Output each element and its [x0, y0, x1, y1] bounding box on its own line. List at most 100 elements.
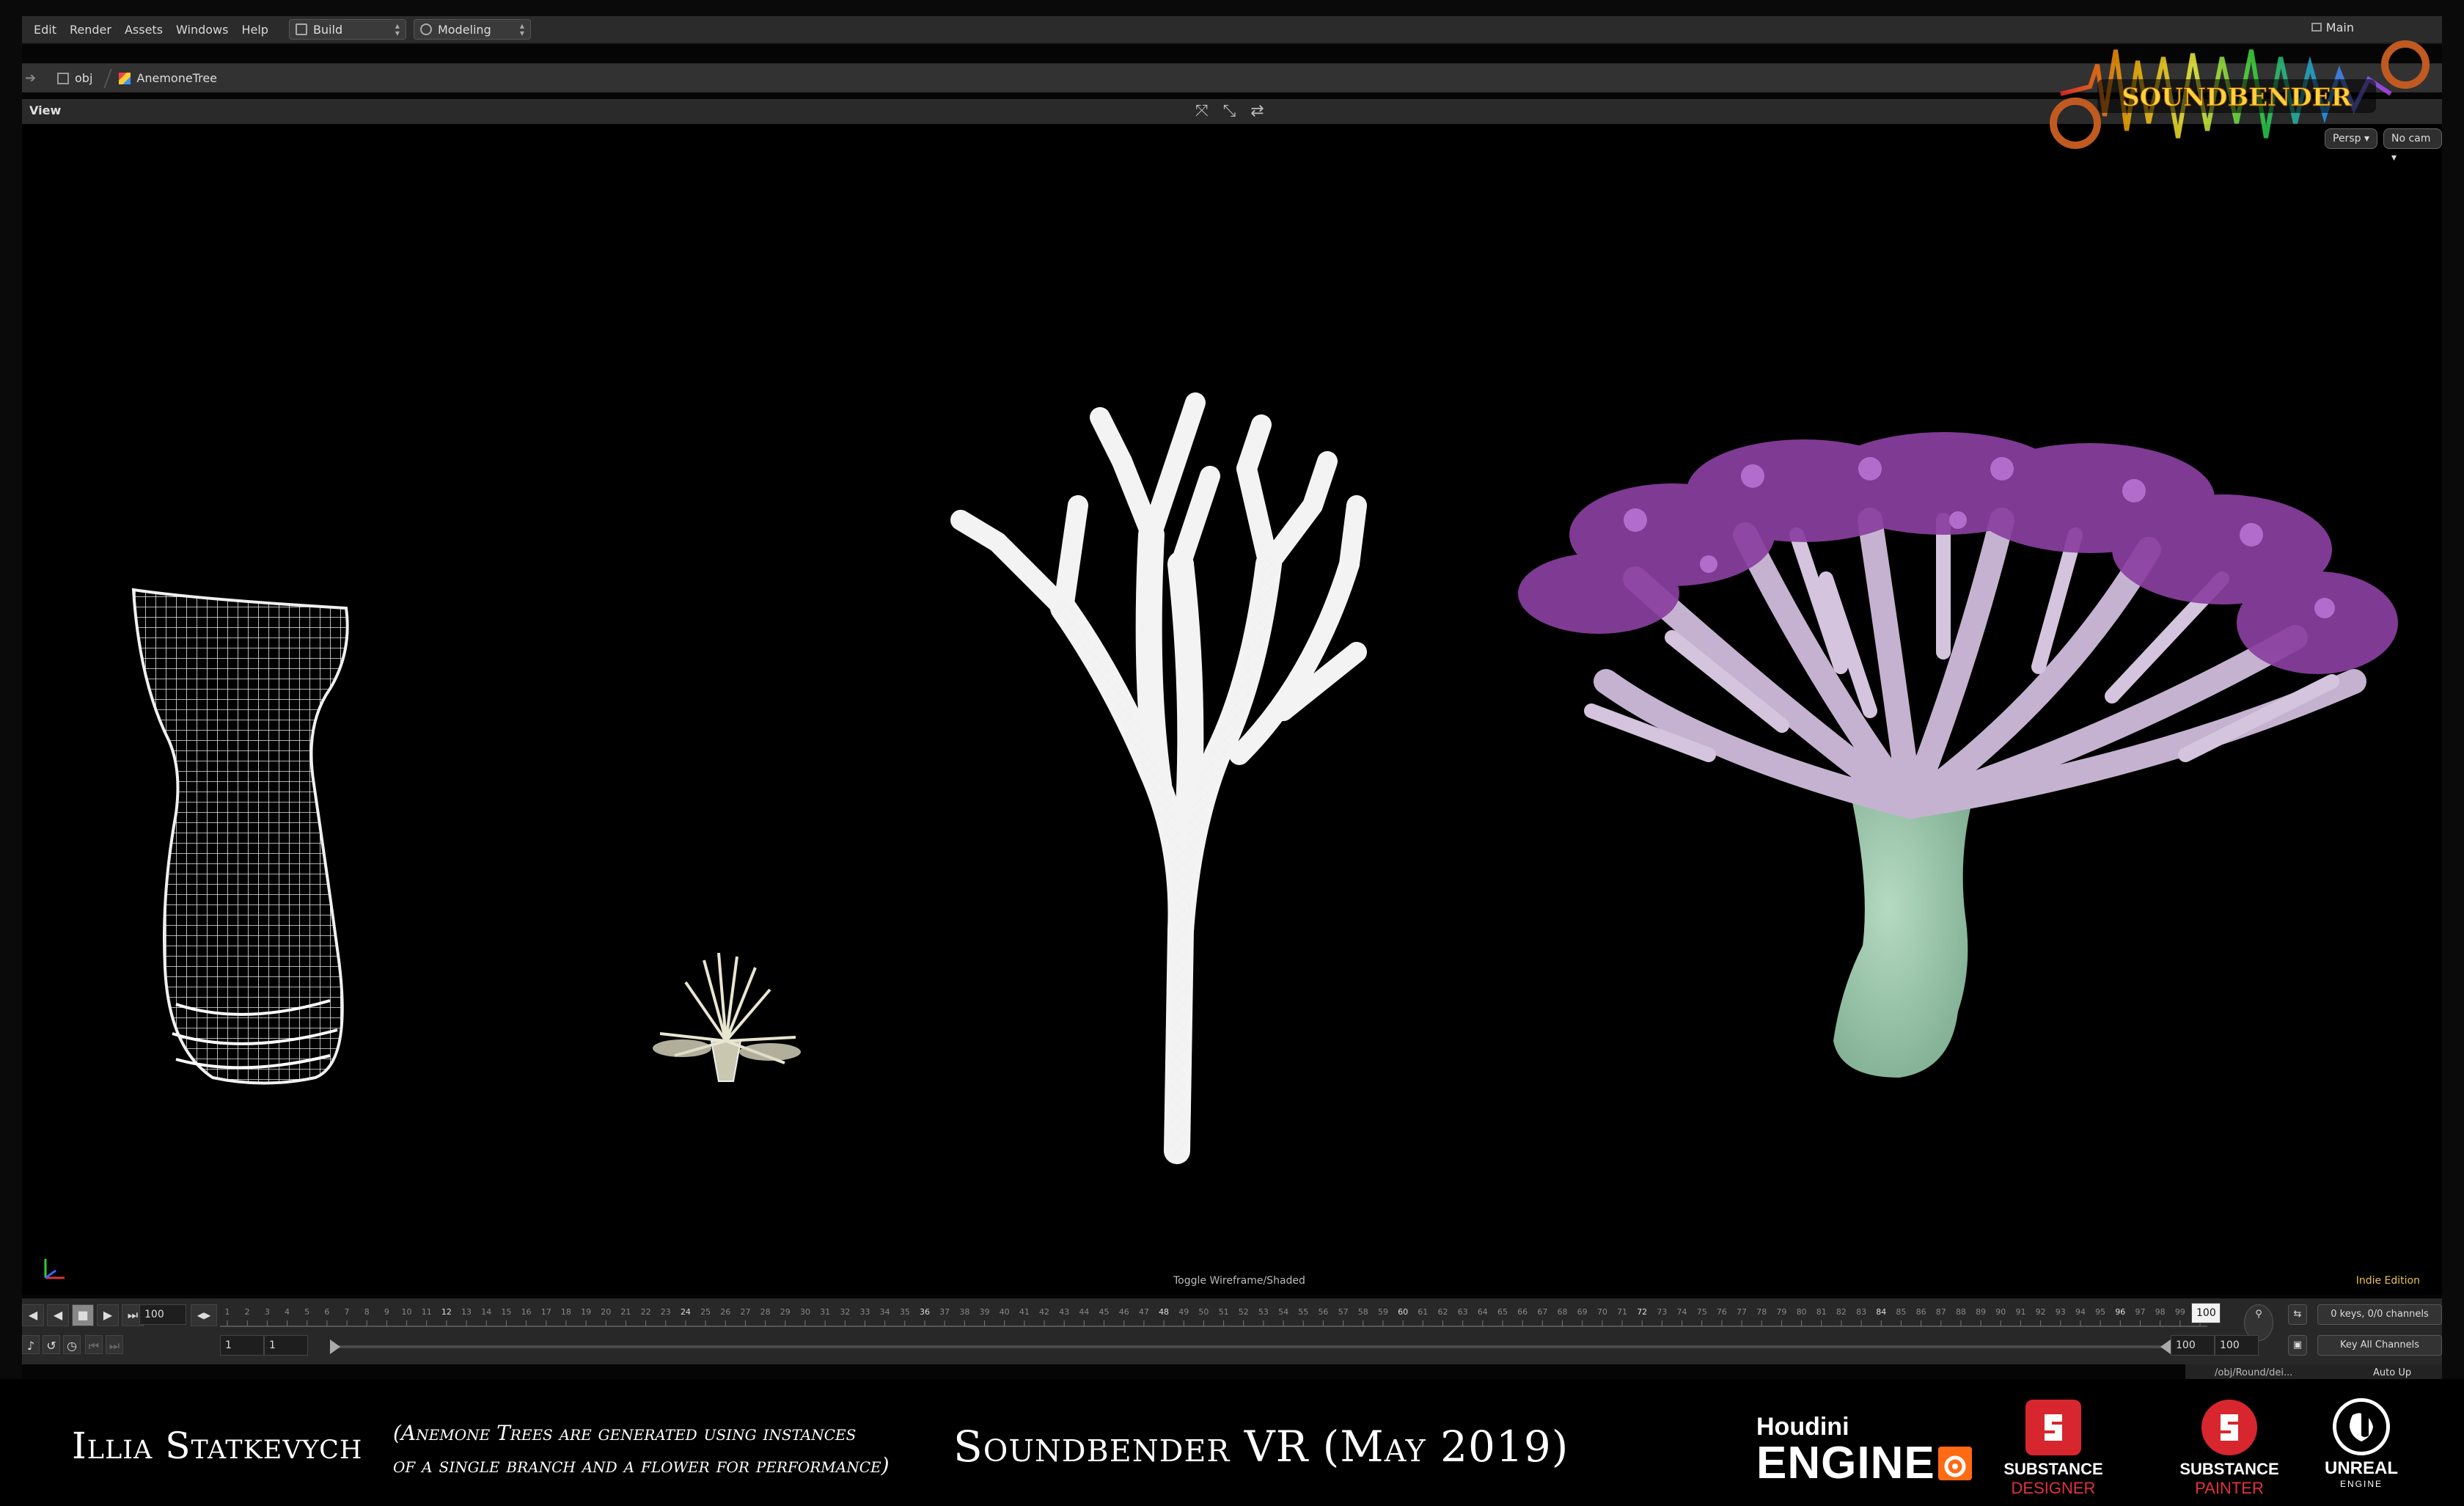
credits-footer: Illia Statkevych (Anemone Trees are gene…: [0, 1379, 2464, 1506]
pane-label: View: [29, 103, 62, 117]
menu-help[interactable]: Help: [241, 23, 268, 37]
ruler-tick-label: 44: [1079, 1307, 1089, 1317]
unreal-label-1: UNREAL: [2325, 1458, 2398, 1478]
houdini-logo-engine: ENGINE: [1756, 1438, 1935, 1488]
key-all-channels-button[interactable]: Key All Channels: [2317, 1335, 2442, 1356]
clock-icon[interactable]: ◷: [63, 1335, 81, 1354]
substance-designer-icon: [2025, 1400, 2081, 1455]
ruler-tick-label: 56: [1318, 1307, 1328, 1317]
ruler-tick-label: 88: [1956, 1307, 1966, 1317]
ruler-tick-label: 60: [1398, 1307, 1408, 1317]
auto-update-button[interactable]: Auto Up: [2373, 1367, 2411, 1378]
next-key-icon[interactable]: ⏭: [106, 1335, 123, 1354]
ruler-tick-label: 92: [2036, 1307, 2046, 1317]
breadcrumb-obj[interactable]: obj: [57, 71, 92, 85]
pose-icon[interactable]: ⤡: [1223, 102, 1236, 120]
start-frame-field[interactable]: 1: [220, 1335, 264, 1356]
channels-toggle-icon[interactable]: ⇆: [2288, 1304, 2307, 1325]
play-reverse-icon[interactable]: ◀: [47, 1304, 69, 1326]
handle-icon[interactable]: ⤧: [1195, 102, 1209, 120]
prev-key-icon[interactable]: ⏮: [85, 1335, 103, 1354]
range-end-handle[interactable]: [2160, 1339, 2171, 1354]
scene-viewport[interactable]: View ⤧ ⤡ ⇄ Persp ▾ No cam ▾ Toggle Wiref…: [22, 99, 2442, 1295]
step-arrows-icon[interactable]: ◀▶: [191, 1304, 217, 1326]
menu-render[interactable]: Render: [70, 23, 111, 37]
current-frame-field[interactable]: 100: [139, 1304, 186, 1325]
ruler-tick-label: 1: [225, 1307, 230, 1317]
ruler-tick-label: 23: [661, 1307, 671, 1317]
wireframe-trunk: [131, 588, 349, 1085]
range-start-handle[interactable]: [330, 1339, 340, 1354]
updown-arrows-icon: ▴ ▾: [395, 21, 400, 38]
designer-label-2: DESIGNER: [2011, 1479, 2096, 1497]
ruler-tick-label: 72: [1637, 1307, 1647, 1317]
range-slider[interactable]: [330, 1339, 2171, 1354]
ruler-tick-label: 75: [1697, 1307, 1707, 1317]
ruler-tick-label: 17: [541, 1307, 551, 1317]
ruler-tick-label: 41: [1019, 1307, 1030, 1317]
scope-icon[interactable]: ▣: [2288, 1335, 2307, 1356]
ruler-tick-label: 9: [384, 1307, 389, 1317]
menu-assets[interactable]: Assets: [125, 23, 163, 37]
ruler-tick-label: 73: [1657, 1307, 1667, 1317]
ruler-tick-label: 42: [1039, 1307, 1049, 1317]
context-selector-label: Modeling: [437, 22, 491, 37]
shaded-anemone-tree: [1518, 432, 2398, 1078]
unreal-label-2: ENGINE: [2339, 1479, 2383, 1489]
scene-canvas: [131, 392, 2398, 1164]
frame-marker[interactable]: 100: [2191, 1303, 2221, 1323]
soundbender-logo-text: SOUNDBENDER: [2122, 83, 2353, 112]
ruler-tick-label: 5: [304, 1307, 309, 1317]
substance-designer-logo: SUBSTANCE DESIGNER: [1995, 1400, 2112, 1498]
credit-note-line1: (Anemone Trees are generated using insta…: [393, 1421, 857, 1445]
ruler-tick-label: 36: [920, 1307, 930, 1317]
back-arrow-icon[interactable]: ➔: [25, 70, 47, 86]
audio-icon[interactable]: ♪: [22, 1335, 40, 1354]
ruler-tick-label: 52: [1239, 1307, 1249, 1317]
ruler-tick-label: 83: [1856, 1307, 1866, 1317]
ruler-tick-label: 98: [2155, 1307, 2166, 1317]
stop-icon[interactable]: ■: [72, 1304, 94, 1326]
realtime-icon[interactable]: ↺: [43, 1335, 60, 1354]
start-frame-field-2[interactable]: 1: [264, 1335, 308, 1356]
ruler-tick-label: 37: [939, 1307, 950, 1317]
toggle-wireframe-label[interactable]: Toggle Wireframe/Shaded: [1173, 1275, 1305, 1287]
desk-selector[interactable]: Build ▴ ▾: [288, 19, 406, 40]
jump-start-icon[interactable]: ◀: [22, 1304, 44, 1326]
snap-icon[interactable]: ⇄: [1250, 102, 1264, 120]
ruler-tick-label: 81: [1816, 1307, 1827, 1317]
ruler-tick-label: 67: [1537, 1307, 1547, 1317]
ruler-tick-label: 64: [1478, 1307, 1488, 1317]
ruler-tick-label: 63: [1458, 1307, 1468, 1317]
ruler-tick-label: 80: [1797, 1307, 1807, 1317]
credit-note: (Anemone Trees are generated using insta…: [393, 1417, 890, 1482]
ruler-tick-label: 94: [2075, 1307, 2086, 1317]
ruler-tick-label: 7: [345, 1307, 350, 1317]
desktop-label[interactable]: Main: [2311, 21, 2354, 34]
ruler-tick-label: 74: [1677, 1307, 1687, 1317]
ruler-tick-label: 15: [501, 1307, 511, 1317]
ruler-tick-label: 8: [364, 1307, 370, 1317]
menu-edit[interactable]: Edit: [34, 23, 56, 37]
ruler-tick-label: 10: [402, 1307, 412, 1317]
ruler-tick-label: 39: [980, 1307, 990, 1317]
menu-windows[interactable]: Windows: [176, 23, 228, 37]
ruler-tick-label: 12: [441, 1307, 452, 1317]
ruler-tick-label: 53: [1258, 1307, 1269, 1317]
context-selector[interactable]: Modeling ▴ ▾: [413, 19, 531, 40]
breadcrumb-node[interactable]: AnemoneTree: [119, 71, 217, 85]
ruler-tick-label: 91: [2015, 1307, 2025, 1317]
ruler-tick-label: 66: [1517, 1307, 1528, 1317]
frame-ruler[interactable]: 1 2 3 4 5 6 7 8 9 10 11 12 13 14 15 16 17 18 19 20 21 22 23 24 2…: [220, 1304, 2207, 1329]
axis-icon: [44, 1259, 65, 1279]
timeline-bar: ◀ ◀ ■ ▶ ⏭ 100 ◀▶ 1 2 3 4 5 6 7 8 9 10 11 12 13 14 15 16…: [22, 1298, 2442, 1364]
ruler-tick-label: 43: [1059, 1307, 1069, 1317]
play-forward-icon[interactable]: ▶: [97, 1304, 119, 1326]
wireframe-branch-tree: [950, 392, 1367, 1164]
range-row: ♪ ↺ ◷ ⏮ ⏭ 1 1 100 100 ▣ Key All Channels: [22, 1335, 2442, 1360]
frame-top-edge: [0, 0, 2464, 16]
breadcrumb-node-label: AnemoneTree: [136, 71, 218, 85]
breadcrumb-obj-label: obj: [75, 71, 93, 85]
end-frame-field-2[interactable]: 100: [2215, 1335, 2259, 1356]
end-frame-field[interactable]: 100: [2171, 1335, 2215, 1356]
